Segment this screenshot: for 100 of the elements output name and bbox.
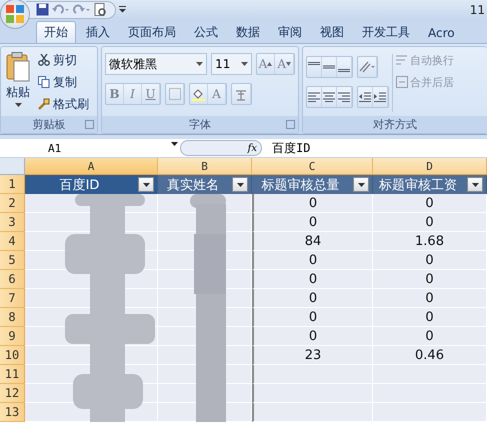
column-header[interactable]: A (25, 158, 158, 175)
border-icon (168, 88, 180, 100)
fill-color-button[interactable] (190, 84, 208, 104)
table-cell: 0 (373, 251, 487, 270)
decrease-indent-icon (359, 92, 371, 102)
row-header[interactable]: 10 (0, 346, 25, 365)
table-cell: 0 (373, 327, 487, 346)
align-right-icon (338, 92, 350, 102)
ribbon-tab[interactable]: 审阅 (270, 21, 310, 43)
group-label: 字体 (189, 117, 211, 132)
row-header[interactable]: 9 (0, 327, 25, 346)
ribbon-tab[interactable]: 数据 (228, 21, 268, 43)
table-cell: 0 (252, 194, 373, 213)
caret-icon (14, 103, 22, 107)
align-center-button[interactable] (322, 87, 337, 107)
filter-dropdown-icon[interactable] (232, 177, 248, 192)
ribbon-tab[interactable]: 开始 (36, 21, 76, 43)
filter-dropdown-icon[interactable] (353, 177, 369, 192)
row-header[interactable]: 11 (0, 365, 25, 384)
row-header[interactable]: 8 (0, 308, 25, 327)
filter-dropdown-icon[interactable] (138, 177, 154, 192)
align-left-button[interactable] (307, 87, 322, 107)
row-header[interactable]: 13 (0, 403, 25, 422)
down-triangle-icon (286, 62, 291, 66)
row-header[interactable]: 5 (0, 251, 25, 270)
paint-bucket-icon (192, 88, 205, 100)
align-center-icon (323, 92, 335, 102)
format-painter-button[interactable]: 格式刷 (36, 94, 91, 114)
row-header[interactable]: 4 (0, 232, 25, 251)
borders-button[interactable] (166, 84, 184, 104)
ribbon-tab[interactable]: 公式 (186, 21, 226, 43)
decrease-indent-button[interactable] (358, 87, 373, 107)
table-cell: 0 (373, 270, 487, 289)
ribbon-tab[interactable]: 视图 (312, 21, 352, 43)
copy-button[interactable]: 复制 (36, 72, 91, 92)
print-preview-icon[interactable] (94, 2, 107, 16)
caret-icon (196, 62, 204, 66)
insert-function-button[interactable]: fx (248, 142, 257, 154)
wrap-text-icon (396, 54, 408, 66)
orientation-icon (359, 61, 375, 73)
ribbon-tab[interactable]: Acro (420, 21, 463, 43)
window-title: 11 (470, 2, 486, 16)
paste-button[interactable]: 粘贴 (4, 50, 32, 116)
middle-align-button[interactable] (322, 57, 337, 77)
ribbon-tab[interactable]: 页面布局 (120, 21, 184, 43)
column-title: 标题审核工资 (378, 176, 458, 194)
phonetic-icon (234, 88, 248, 100)
column-title: 真实姓名 (166, 176, 220, 194)
merge-cells-icon (396, 76, 408, 88)
filter-dropdown-icon[interactable] (467, 177, 483, 192)
table-cell: 0.46 (373, 346, 487, 365)
office-button[interactable] (1, 0, 29, 28)
name-box[interactable]: A1 (0, 142, 180, 154)
table-cell: 0 (252, 251, 373, 270)
row-header[interactable]: 12 (0, 384, 25, 403)
customize-dropdown-icon[interactable] (119, 6, 126, 13)
ribbon-tab[interactable]: 插入 (78, 21, 118, 43)
table-cell: 23 (252, 346, 373, 365)
row-header[interactable]: 1 (0, 175, 25, 194)
font-size-field[interactable]: 11 (211, 53, 252, 75)
group-label: 剪贴板 (32, 117, 66, 132)
orientation-button[interactable] (358, 57, 377, 77)
brush-icon (38, 98, 50, 110)
align-bottom-icon (338, 69, 350, 72)
group-label: 对齐方式 (373, 117, 417, 132)
table-cell: 0 (373, 289, 487, 308)
column-header[interactable]: D (373, 158, 487, 175)
table-cell: 0 (373, 194, 487, 213)
ribbon-tab[interactable]: 开发工具 (354, 21, 418, 43)
clipboard-icon (6, 52, 30, 82)
row-header[interactable]: 7 (0, 289, 25, 308)
table-cell: 0 (373, 213, 487, 232)
caret-icon (240, 62, 248, 66)
top-align-button[interactable] (307, 57, 322, 77)
scissors-icon (38, 54, 50, 66)
row-header[interactable]: 6 (0, 270, 25, 289)
formula-field[interactable]: 百度ID (262, 140, 310, 156)
row-header[interactable]: 3 (0, 213, 25, 232)
column-header[interactable]: C (252, 158, 373, 175)
column-header[interactable]: B (158, 158, 252, 175)
up-triangle-icon (267, 62, 272, 66)
table-cell: 0 (252, 213, 373, 232)
column-title: 标题审核总量 (260, 176, 340, 194)
increase-indent-icon (374, 92, 386, 102)
caret-icon (171, 142, 178, 146)
table-cell: 0 (252, 289, 373, 308)
align-right-button[interactable] (337, 87, 352, 107)
bottom-align-button[interactable] (337, 57, 352, 77)
table-cell: 0 (252, 327, 373, 346)
table-cell: 84 (252, 232, 373, 251)
row-header[interactable]: 2 (0, 194, 25, 213)
font-name-field[interactable]: 微软雅黑 (105, 53, 208, 75)
increase-indent-button[interactable] (373, 87, 388, 107)
table-cell: 0 (373, 308, 487, 327)
align-top-icon (308, 62, 320, 65)
table-cell: 0 (252, 308, 373, 327)
align-left-icon (308, 92, 320, 102)
save-icon[interactable] (36, 3, 49, 16)
table-cell: 0 (252, 270, 373, 289)
cut-button[interactable]: 剪切 (36, 50, 91, 70)
